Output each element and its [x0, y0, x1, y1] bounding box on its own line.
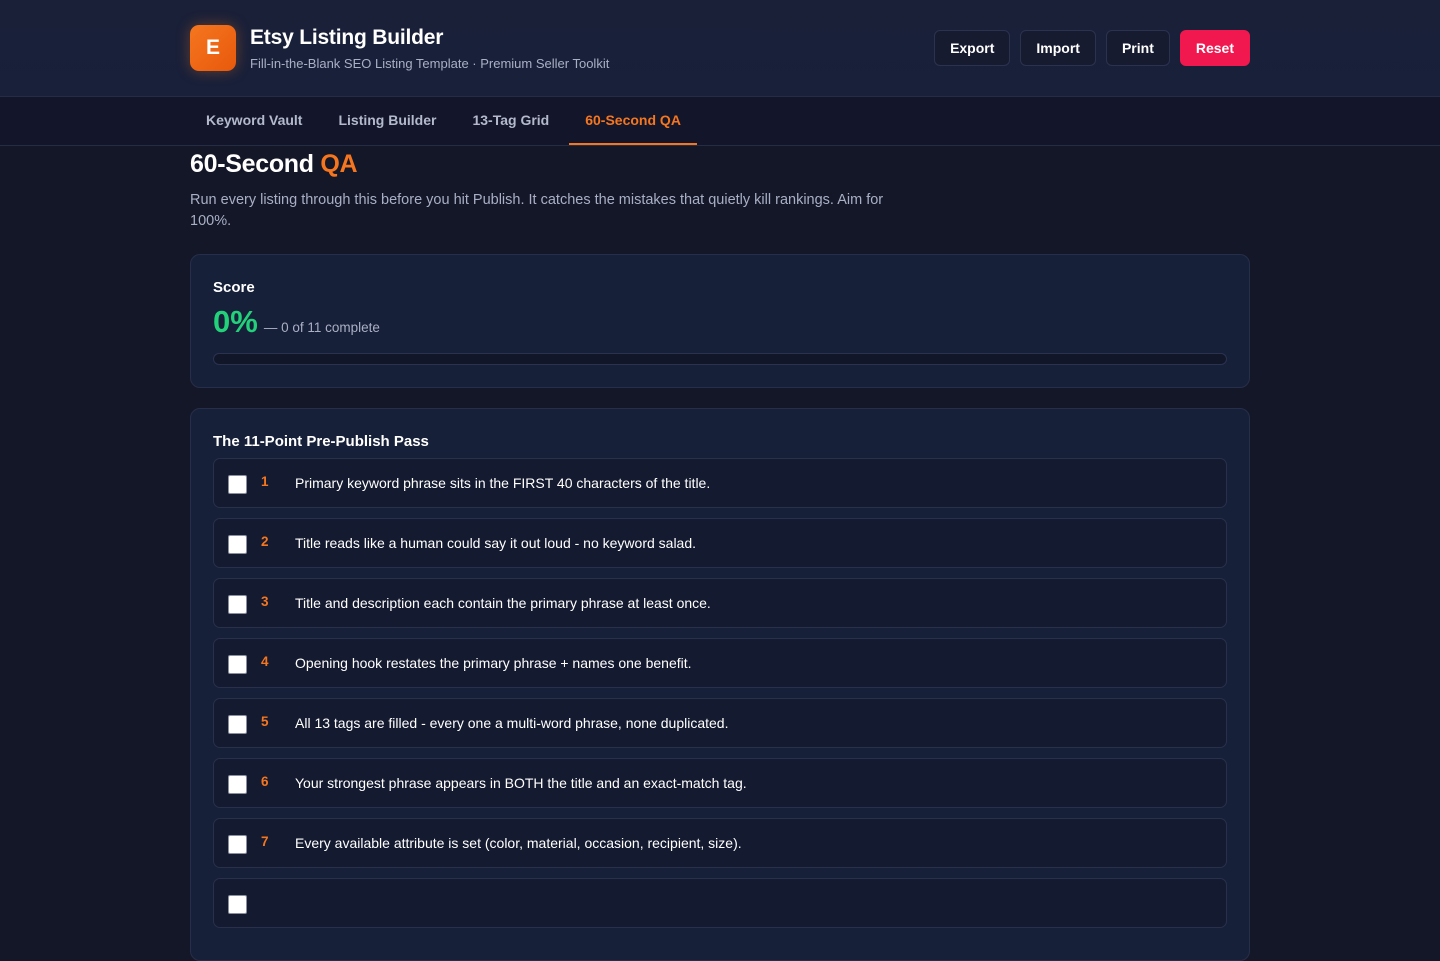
tab-60-second-qa[interactable]: 60-Second QA: [569, 97, 697, 145]
qa-item-number: 4: [261, 654, 269, 669]
qa-item-text: Title reads like a human could say it ou…: [295, 535, 697, 551]
qa-item[interactable]: 3 Title and description each contain the…: [213, 578, 1227, 628]
qa-checkbox[interactable]: [228, 834, 247, 854]
header-inner: E Etsy Listing Builder Fill-in-the-Blank…: [190, 0, 1250, 96]
qa-item[interactable]: 6 Your strongest phrase appears in BOTH …: [213, 758, 1227, 808]
tab-keyword-vault[interactable]: Keyword Vault: [190, 97, 318, 145]
qa-checkbox[interactable]: [228, 654, 247, 674]
header-actions: Export Import Print Reset: [934, 30, 1250, 66]
tab-bar: Keyword Vault Listing Builder 13-Tag Gri…: [0, 97, 1440, 146]
qa-item-number: 1: [261, 474, 269, 489]
reset-button[interactable]: Reset: [1179, 30, 1250, 66]
brand: E Etsy Listing Builder Fill-in-the-Blank…: [190, 25, 609, 71]
qa-item[interactable]: 5 All 13 tags are filled - every one a m…: [213, 698, 1227, 748]
score-detail: — 0 of 11 complete: [263, 320, 380, 335]
qa-item-text: Opening hook restates the primary phrase…: [295, 655, 692, 671]
qa-checkbox[interactable]: [228, 774, 247, 794]
print-button[interactable]: Print: [1105, 30, 1170, 66]
qa-item[interactable]: 1 Primary keyword phrase sits in the FIR…: [213, 458, 1227, 508]
export-button[interactable]: Export: [934, 30, 1011, 66]
checklist-title: The 11-Point Pre-Publish Pass: [213, 433, 429, 450]
brand-text: Etsy Listing Builder Fill-in-the-Blank S…: [250, 26, 609, 71]
qa-item-number: 2: [261, 534, 269, 549]
page-description: Run every listing through this before yo…: [190, 192, 884, 229]
qa-item-text: All 13 tags are filled - every one a mul…: [295, 715, 729, 731]
import-button[interactable]: Import: [1020, 30, 1096, 66]
page-title: 60-Second QA: [190, 148, 1250, 180]
app-logo: E: [190, 25, 236, 71]
qa-checkbox[interactable]: [228, 894, 247, 914]
qa-item[interactable]: 2 Title reads like a human could say it …: [213, 518, 1227, 568]
page-title-accent: QA: [320, 150, 358, 178]
qa-item-number: 6: [261, 774, 269, 789]
qa-item-number: 5: [261, 714, 269, 729]
qa-item-text: Your strongest phrase appears in BOTH th…: [295, 775, 747, 791]
qa-item-partial[interactable]: [213, 878, 1227, 928]
qa-item[interactable]: 4 Opening hook restates the primary phra…: [213, 638, 1227, 688]
tab-listing-builder[interactable]: Listing Builder: [322, 97, 452, 145]
qa-checkbox[interactable]: [228, 534, 247, 554]
qa-checkbox[interactable]: [228, 474, 247, 494]
page-title-main: 60-Second: [190, 150, 314, 178]
qa-list: 1 Primary keyword phrase sits in the FIR…: [213, 458, 1227, 928]
qa-item-number: 3: [261, 594, 269, 609]
score-row: 0% — 0 of 11 complete: [213, 304, 1227, 340]
qa-checkbox[interactable]: [228, 594, 247, 614]
qa-item[interactable]: 7 Every available attribute is set (colo…: [213, 818, 1227, 868]
score-card: Score 0% — 0 of 11 complete: [190, 254, 1250, 388]
app-subtitle: Fill-in-the-Blank SEO Listing Template ·…: [250, 55, 610, 71]
qa-item-text: Primary keyword phrase sits in the FIRST…: [295, 475, 711, 491]
qa-item-number: 7: [261, 834, 269, 849]
score-label: Score: [213, 279, 255, 296]
qa-item-text: Title and description each contain the p…: [295, 595, 711, 611]
score-progress-bar: [213, 353, 1227, 365]
qa-checkbox[interactable]: [228, 714, 247, 734]
top-header: E Etsy Listing Builder Fill-in-the-Blank…: [0, 0, 1440, 97]
score-value: 0%: [213, 304, 258, 339]
checklist-card: The 11-Point Pre-Publish Pass 1 Primary …: [190, 408, 1250, 961]
tabs-inner: Keyword Vault Listing Builder 13-Tag Gri…: [190, 97, 701, 145]
qa-item-text: Every available attribute is set (color,…: [295, 835, 742, 851]
tab-13-tag-grid[interactable]: 13-Tag Grid: [456, 97, 565, 145]
main-content: 60-Second QA Run every listing through t…: [190, 146, 1250, 961]
app-title: Etsy Listing Builder: [250, 25, 444, 49]
